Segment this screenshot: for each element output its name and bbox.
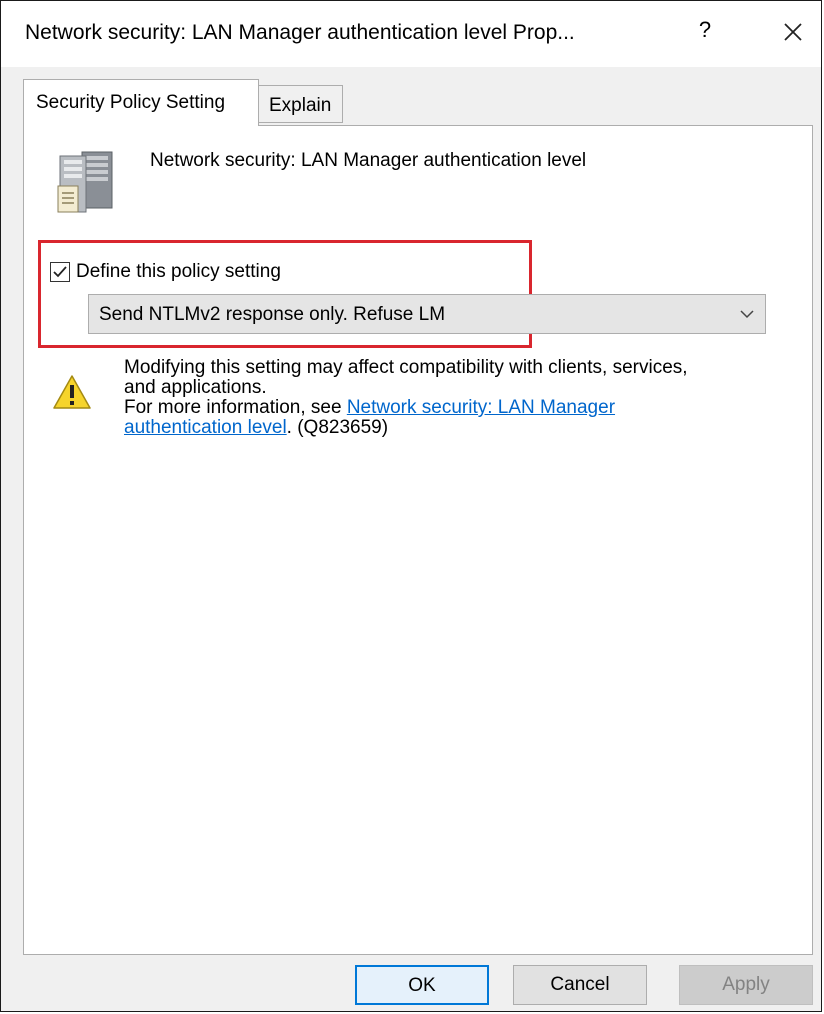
- tab-explain[interactable]: Explain: [259, 85, 343, 123]
- checkmark-icon: [53, 266, 67, 278]
- help-link-line-1: Network security: LAN Manager: [346, 397, 616, 418]
- warning-icon: [52, 374, 92, 410]
- define-policy-label[interactable]: Define this policy setting: [76, 261, 281, 283]
- define-policy-checkbox[interactable]: [50, 262, 70, 282]
- help-button[interactable]: ?: [693, 17, 717, 47]
- dropdown-selected-value: Send NTLMv2 response only. Refuse LM: [99, 304, 446, 325]
- ok-button[interactable]: OK: [355, 965, 489, 1005]
- help-link-line-2: authentication level: [124, 417, 287, 438]
- close-button[interactable]: [777, 15, 809, 49]
- tab-security-policy-setting[interactable]: Security Policy Setting: [23, 79, 259, 126]
- warning-line-1: Modifying this setting may affect compat…: [124, 357, 688, 378]
- authentication-level-dropdown[interactable]: Send NTLMv2 response only. Refuse LM: [88, 294, 766, 334]
- properties-dialog: Network security: LAN Manager authentica…: [0, 0, 822, 1012]
- warning-line-2: and applications.: [124, 377, 267, 398]
- more-info-prefix: For more information, see: [124, 397, 347, 418]
- chevron-down-icon: [740, 310, 754, 319]
- warning-message: Modifying this setting may affect compat…: [124, 358, 784, 438]
- kb-reference: . (Q823659): [286, 417, 389, 438]
- window-title: Network security: LAN Manager authentica…: [25, 21, 575, 44]
- tab-panel: Network security: LAN Manager authentica…: [23, 125, 813, 955]
- cancel-button[interactable]: Cancel: [513, 965, 647, 1005]
- close-icon: [784, 23, 802, 41]
- server-icon: [56, 148, 116, 214]
- policy-name: Network security: LAN Manager authentica…: [150, 150, 587, 171]
- title-bar: Network security: LAN Manager authentica…: [1, 1, 821, 67]
- apply-button[interactable]: Apply: [679, 965, 813, 1005]
